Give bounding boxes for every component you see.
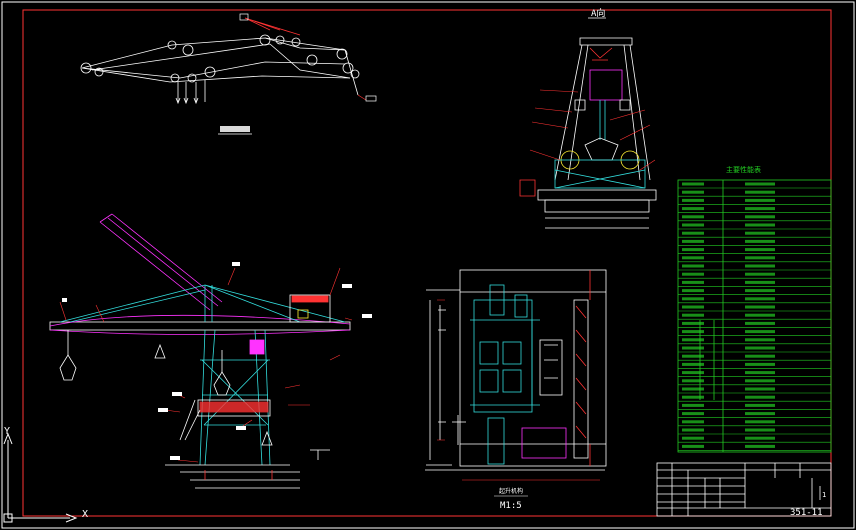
table-cell-label [682,305,704,309]
table-cell-label [682,231,704,235]
table-rows [678,182,831,451]
plan-dims [437,299,600,481]
table-cell-value [745,321,775,325]
table-cell-label [682,403,704,407]
table-cell-value [745,444,775,448]
cad-drawing-canvas[interactable]: A向 主要性能表 起升机构 M1:5 351-11 1 [0,0,856,530]
view-title-bar [220,126,250,132]
table-cell-value [745,223,775,227]
end-view-leaders [529,89,656,171]
table-cell-value [745,272,775,276]
crane-elevation [49,213,351,489]
table-cell-value [745,420,775,424]
outer-frame [1,1,855,529]
table-cell-value [745,190,775,194]
table-cell-value [745,403,775,407]
table-cell-value [745,182,775,186]
boom-system-sketch [80,34,360,105]
table-cell-value [745,436,775,440]
ucs-icon [3,432,78,523]
table-cell-value [745,264,775,268]
table-cell-label [682,215,704,219]
table-cell-label [682,412,704,416]
table-cell-value [745,297,775,301]
table-cell-label [682,354,704,358]
table-cell-value [745,289,775,293]
table-cell-label [682,379,704,383]
plan-view-scale: M1:5 [500,501,522,511]
table-cell-value [745,330,775,334]
table-cell-value [745,387,775,391]
table-cell-value [745,198,775,202]
trolley-plan-view [425,269,607,471]
table-cell-label [682,248,704,252]
table-cell-label [682,190,704,194]
table-cell-label [682,297,704,301]
table-cell-label [682,280,704,284]
sheet-index: 1 [822,491,826,499]
table-cell-value [745,231,775,235]
table-cell-label [682,395,704,399]
end-view-a [519,37,657,229]
table-cell-label [682,371,704,375]
table-cell-value [745,371,775,375]
table-cell-label [682,289,704,293]
table-cell-value [745,239,775,243]
table-cell-label [682,256,704,260]
table-cell-value [745,362,775,366]
table-cell-label [682,207,704,211]
table-cell-value [745,248,775,252]
table-cell-label [682,272,704,276]
table-cell-label [682,362,704,366]
table-cell-label [682,444,704,448]
ucs-x-label: X [82,509,89,520]
table-cell-label [682,330,704,334]
table-cell-label [682,338,704,342]
table-cell-value [745,305,775,309]
table-cell-value [745,280,775,284]
table-cell-label [682,436,704,440]
table-cell-value [745,256,775,260]
table-cell-value [745,354,775,358]
plan-view-title: 起升机构 [499,487,523,495]
table-cell-value [745,346,775,350]
table-cell-value [745,395,775,399]
table-cell-value [745,313,775,317]
ucs-y-label: Y [4,426,11,437]
table-cell-label [682,313,704,317]
drawing-number: 351-11 [790,508,823,518]
table-cell-label [682,198,704,202]
table-cell-label [682,239,704,243]
table-cell-label [682,223,704,227]
table-cell-value [745,412,775,416]
elevation-markers [62,262,372,460]
inner-frame [22,9,832,517]
balloon-tag [365,95,377,102]
table-cell-label [682,264,704,268]
table-cell-value [745,428,775,432]
table-cell-value [745,379,775,383]
table-cell-label [682,346,704,350]
table-cell-label [682,428,704,432]
table-cell-label [682,387,704,391]
table-cell-label [682,321,704,325]
table-cell-label [682,182,704,186]
table-cell-value [745,338,775,342]
table-cell-value [745,215,775,219]
table-cell-label [682,420,704,424]
view-a-label: A向 [591,7,605,19]
table-cell-value [745,207,775,211]
table-title: 主要性能表 [726,165,761,174]
